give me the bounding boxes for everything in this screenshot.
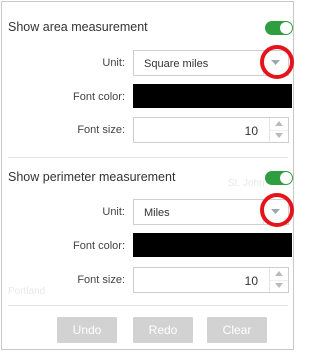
area-unit-label: Unit: (102, 57, 125, 69)
area-font-size-value: 10 (244, 124, 258, 138)
perimeter-unit-value: Miles (144, 207, 170, 219)
area-font-color-swatch[interactable] (133, 84, 292, 108)
perimeter-font-color-label: Font color: (73, 240, 125, 252)
perimeter-measurement-toggle[interactable] (265, 171, 293, 185)
decrement-button[interactable] (270, 130, 288, 142)
toggle-knob (280, 172, 292, 184)
redo-button[interactable]: Redo (133, 317, 193, 343)
area-font-color-label: Font color: (73, 91, 125, 103)
chevron-down-icon (275, 133, 283, 138)
toggle-knob (280, 22, 292, 34)
area-section-title: Show area measurement (8, 20, 148, 34)
chevron-down-icon (275, 283, 283, 288)
perimeter-unit-label: Unit: (102, 206, 125, 218)
perimeter-font-size-value: 10 (244, 274, 258, 288)
area-font-size-input[interactable]: 10 (133, 117, 289, 143)
area-unit-value: Square miles (144, 58, 209, 70)
perimeter-font-size-label: Font size: (77, 274, 125, 286)
perimeter-font-size-input[interactable]: 10 (133, 267, 289, 293)
section-divider (8, 305, 288, 306)
highlight-circle (260, 193, 294, 227)
perimeter-font-color-swatch[interactable] (133, 233, 292, 257)
area-font-size-spinner[interactable] (269, 118, 288, 142)
highlight-circle (260, 45, 294, 79)
chevron-up-icon (275, 271, 283, 276)
perimeter-section-title: Show perimeter measurement (8, 170, 176, 184)
perimeter-font-size-spinner[interactable] (269, 268, 288, 292)
decrement-button[interactable] (270, 280, 288, 292)
area-measurement-toggle[interactable] (265, 21, 293, 35)
undo-button[interactable]: Undo (57, 317, 117, 343)
area-font-size-label: Font size: (77, 124, 125, 136)
chevron-up-icon (275, 121, 283, 126)
clear-button[interactable]: Clear (207, 317, 267, 343)
section-divider (8, 157, 288, 158)
